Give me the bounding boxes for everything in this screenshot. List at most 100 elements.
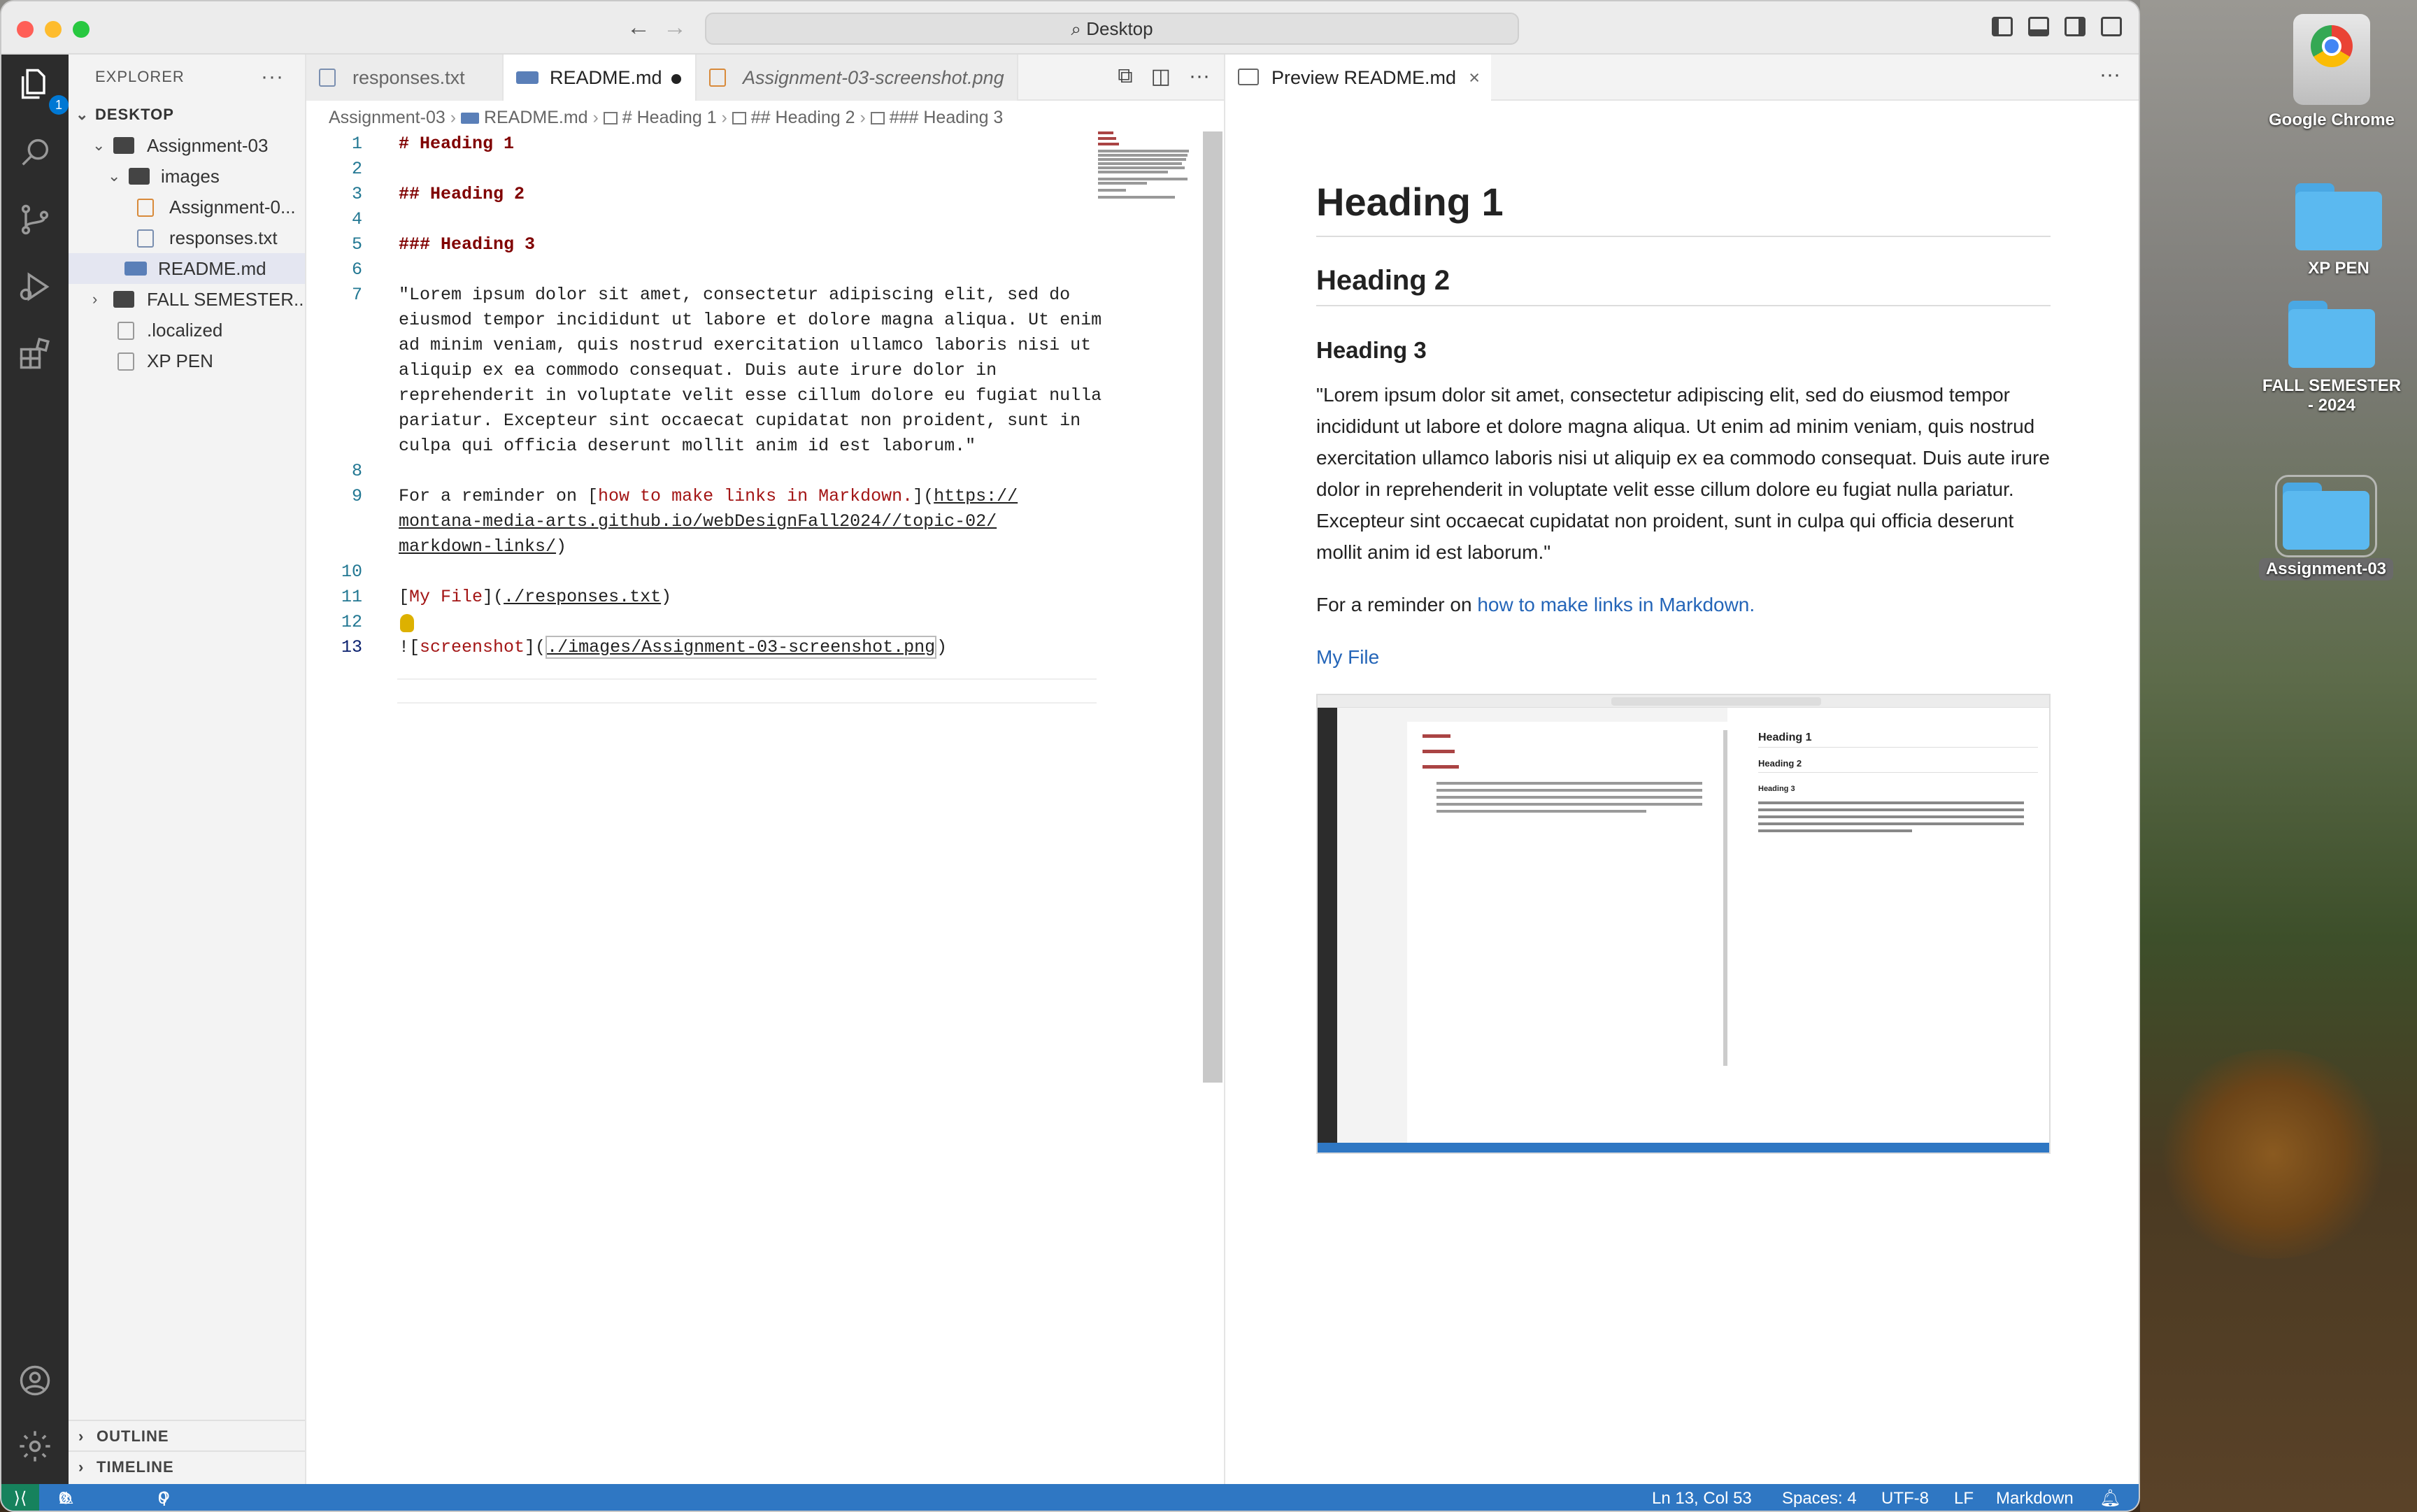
tree-item-fall-semester[interactable]: › FALL SEMESTER... — [69, 284, 305, 315]
command-center-label: Desktop — [1086, 18, 1153, 39]
code-url[interactable]: ./responses.txt — [504, 587, 661, 607]
split-editor-icon[interactable]: ◫ — [1151, 64, 1171, 89]
desktop-icon-fall-semester[interactable]: FALL SEMESTER - 2024 — [2262, 301, 2402, 415]
tree-item-label: images — [161, 166, 220, 187]
code-url[interactable]: https:// — [934, 486, 1018, 506]
tree-item-screenshot-image[interactable]: Assignment-0... — [69, 192, 305, 222]
breadcrumb-item[interactable]: ## Heading 2 — [751, 108, 855, 127]
lightbulb-icon[interactable] — [400, 614, 414, 632]
command-center-search[interactable]: ⌕ Desktop — [705, 13, 1519, 45]
toggle-primary-sidebar-icon[interactable] — [1992, 17, 2013, 36]
layout-controls — [1992, 17, 2122, 36]
manage-gear-icon[interactable] — [14, 1425, 56, 1467]
preview-body: Heading 1 Heading 2 Heading 3 "Lorem ips… — [1316, 131, 2051, 1154]
line-number: 12 — [341, 612, 362, 632]
minimize-window-button[interactable] — [45, 21, 62, 38]
markdown-file-icon — [516, 71, 539, 84]
breadcrumb-item[interactable]: README.md — [484, 108, 588, 127]
title-bar: ← → ⌕ Desktop — [1, 1, 2139, 55]
language-mode[interactable]: Markdown — [1996, 1484, 2074, 1511]
desktop-icon-assignment-03[interactable]: Assignment-03 — [2256, 475, 2396, 580]
preview-icon — [1238, 69, 1259, 85]
text-file-icon — [137, 229, 154, 248]
code-url[interactable]: markdown-links/ — [399, 536, 556, 557]
editor-scrollbar[interactable] — [1203, 131, 1222, 1083]
tree-item-responses-txt[interactable]: responses.txt — [69, 222, 305, 253]
breadcrumb-item[interactable]: Assignment-03 — [329, 108, 445, 127]
my-file-link[interactable]: My File — [1316, 646, 1379, 668]
preview-file-line: My File — [1316, 641, 2051, 673]
line-number: 2 — [351, 159, 362, 179]
warning-count: 0 — [59, 1489, 69, 1508]
chevron-right-icon: › — [78, 1427, 85, 1445]
back-arrow-icon[interactable]: ← — [627, 14, 650, 41]
tree-item-label: Assignment-0... — [169, 197, 296, 217]
tab-label: README.md — [550, 67, 662, 88]
desktop-icon-xp-pen[interactable]: XP PEN — [2269, 183, 2409, 278]
remote-icon[interactable]: ⟩⟨ — [1, 1484, 39, 1511]
more-actions-icon[interactable]: ··· — [2099, 63, 2120, 87]
timeline-section[interactable]: › TIMELINE — [69, 1450, 305, 1481]
end-of-line[interactable]: LF — [1954, 1484, 1974, 1511]
tab-label: Preview README.md — [1271, 67, 1457, 88]
more-actions-icon[interactable]: ··· — [1189, 64, 1210, 89]
indentation[interactable]: Spaces: 4 — [1782, 1484, 1857, 1511]
line-number: 7 — [351, 285, 362, 305]
chevron-down-icon: ⌄ — [76, 106, 90, 123]
notifications-bell-icon[interactable]: 🔔︎ — [2099, 1484, 2120, 1511]
image-file-icon — [137, 199, 154, 217]
minimap[interactable] — [1098, 130, 1196, 200]
tree-item-assignment-03[interactable]: ⌄ Assignment-03 — [69, 130, 305, 161]
explorer-icon[interactable]: 1 — [14, 63, 69, 115]
line-number: 11 — [341, 587, 362, 607]
thumb-heading-1: Heading 1 — [1758, 732, 1812, 743]
code-line: eiusmod tempor incididunt ut labore et d… — [399, 310, 1102, 330]
workspace-section-header[interactable]: ⌄ DESKTOP — [69, 99, 305, 130]
tab-responses-txt[interactable]: responses.txt — [306, 55, 504, 101]
code-token: For a reminder on [ — [399, 486, 599, 506]
line-number: 3 — [351, 184, 362, 204]
zoom-window-button[interactable] — [73, 21, 90, 38]
code-line: ad minim veniam, quis nostrud exercitati… — [399, 335, 1092, 355]
tree-item-localized[interactable]: .localized — [69, 315, 305, 345]
close-window-button[interactable] — [17, 21, 34, 38]
tab-preview-readme[interactable]: Preview README.md × — [1225, 55, 1491, 101]
activity-bar: 1 — [1, 55, 69, 1484]
forward-arrow-icon[interactable]: → — [663, 14, 687, 41]
unsaved-dot-icon[interactable] — [671, 74, 681, 84]
image-file-icon — [709, 69, 726, 87]
editor-group: responses.txt README.md Assignment-03-sc… — [306, 55, 1224, 1484]
folder-icon — [129, 168, 150, 185]
run-debug-icon[interactable] — [14, 266, 56, 308]
close-tab-icon[interactable]: × — [1469, 55, 1480, 101]
code-url[interactable]: montana-media-arts.github.io/webDesignFa… — [399, 509, 997, 534]
outline-section[interactable]: › OUTLINE — [69, 1420, 305, 1450]
tab-readme-md[interactable]: README.md — [504, 55, 697, 101]
extensions-icon[interactable] — [14, 333, 56, 375]
open-preview-side-icon[interactable]: ⧉ — [1118, 64, 1132, 89]
cursor-position[interactable]: Ln 13, Col 53 — [1652, 1484, 1752, 1511]
markdown-link[interactable]: how to make links in Markdown. — [1477, 594, 1755, 615]
ports-count: 0 — [158, 1489, 168, 1508]
source-control-icon[interactable] — [14, 199, 56, 241]
tab-screenshot-png[interactable]: Assignment-03-screenshot.png — [697, 55, 1018, 101]
line-number: 13 — [341, 637, 362, 657]
more-actions-icon[interactable]: ··· — [261, 55, 284, 99]
encoding[interactable]: UTF-8 — [1881, 1484, 1929, 1511]
tree-item-readme-md[interactable]: README.md — [69, 253, 305, 284]
tree-item-xp-pen[interactable]: XP PEN — [69, 345, 305, 376]
tree-item-label: .localized — [147, 320, 223, 341]
desktop-icon-google-chrome[interactable]: Google Chrome — [2262, 14, 2402, 130]
toggle-panel-icon[interactable] — [2028, 17, 2049, 36]
toggle-secondary-sidebar-icon[interactable] — [2065, 17, 2086, 36]
code-token: ) — [661, 587, 672, 607]
tree-item-images[interactable]: ⌄ images — [69, 161, 305, 192]
accounts-icon[interactable] — [14, 1360, 56, 1402]
search-view-icon[interactable] — [14, 131, 56, 173]
code-token: [ — [399, 587, 410, 607]
code-line: reprehenderit in voluptate velit esse ci… — [399, 385, 1102, 406]
customize-layout-icon[interactable] — [2101, 17, 2122, 36]
breadcrumb-item[interactable]: # Heading 1 — [622, 108, 717, 127]
breadcrumb-item[interactable]: ### Heading 3 — [890, 108, 1004, 127]
code-url[interactable]: ./images/Assignment-03-screenshot.png — [546, 636, 937, 659]
